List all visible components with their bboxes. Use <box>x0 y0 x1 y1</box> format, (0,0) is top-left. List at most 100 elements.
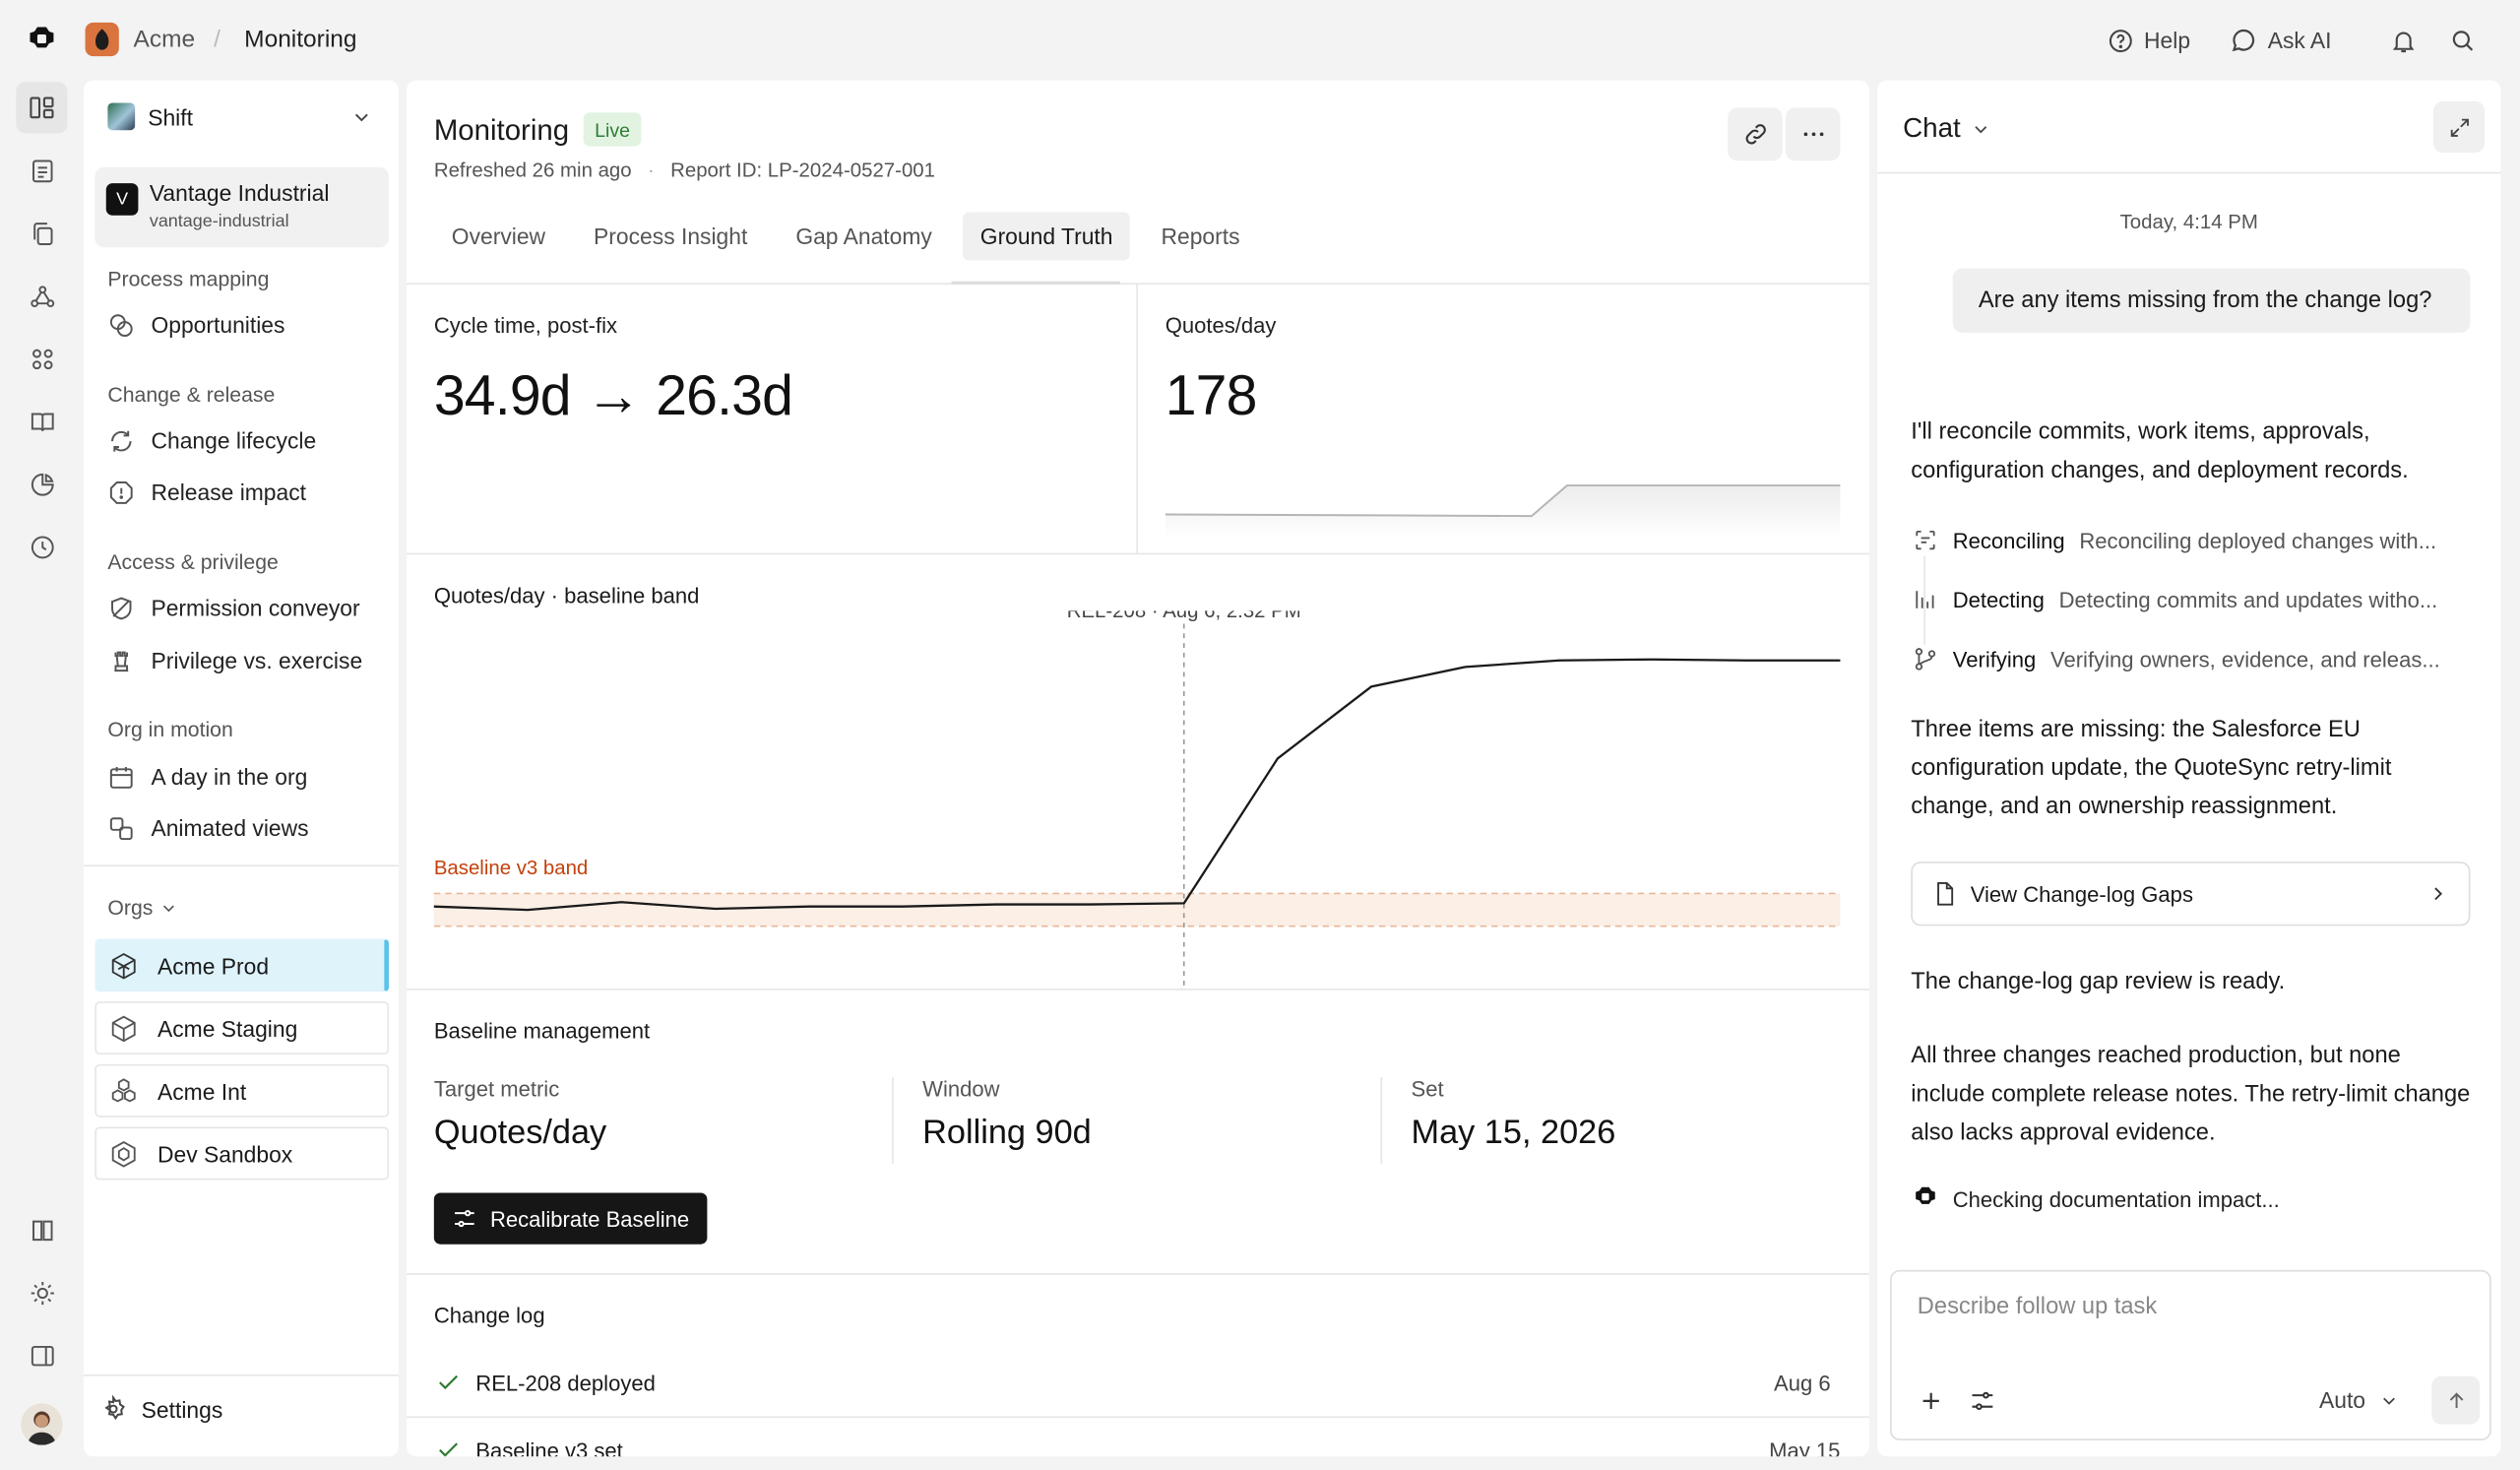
chat-bubble-icon <box>2230 26 2258 54</box>
nav-label: Permission conveyor <box>151 595 360 621</box>
nav-label: Animated views <box>151 814 309 841</box>
baseline-management-title: Baseline management <box>433 1019 651 1044</box>
rail-pie-button[interactable] <box>16 458 67 509</box>
shield-icon <box>107 594 135 621</box>
follow-up-input[interactable] <box>1917 1294 2464 1320</box>
nav-item-change-lifecycle[interactable]: Change lifecycle <box>107 421 381 460</box>
more-options-button[interactable] <box>1785 107 1841 161</box>
org-item-acme-int[interactable]: Acme Int <box>94 1063 390 1118</box>
nav-label: Release impact <box>151 479 307 505</box>
grid-icon <box>29 345 56 372</box>
rail-theme-button[interactable] <box>16 1267 67 1318</box>
step-desc: Reconciling deployed changes with... <box>2079 528 2437 552</box>
more-horizontal-icon <box>1799 120 1827 148</box>
kpi-card-quotes: Quotes/day 178 <box>1166 313 1841 429</box>
rail-graph-button[interactable] <box>16 270 67 321</box>
org-item-label: Dev Sandbox <box>158 1140 293 1167</box>
org-item-dev-sandbox[interactable]: Dev Sandbox <box>94 1126 390 1181</box>
chevron-down-icon <box>350 106 373 129</box>
main-panel: Monitoring Live Refreshed 26 min ago · R… <box>407 80 1869 1457</box>
nav-label: Privilege vs. exercise <box>151 647 363 674</box>
baseline-line-chart: Baseline v3 band REL-208 · Aug 6, 2:32 P… <box>433 610 1841 990</box>
user-avatar[interactable] <box>21 1403 63 1445</box>
mode-label: Auto <box>2318 1387 2366 1414</box>
nav-item-animated-views[interactable]: Animated views <box>107 808 381 847</box>
send-button[interactable] <box>2431 1375 2481 1425</box>
change-log-row[interactable]: Baseline v3 set May 15 <box>434 1433 1840 1457</box>
chat-input-box: Auto <box>1890 1269 2491 1440</box>
spinner-logo-icon <box>1911 1184 1939 1213</box>
rail-copies-button[interactable] <box>16 208 67 259</box>
tab-process-insight[interactable]: Process Insight <box>576 213 765 261</box>
change-log-row[interactable]: REL-208 deployed Aug 6 <box>434 1365 1841 1400</box>
check-icon <box>434 1370 463 1395</box>
kpi-sparkline-quotes <box>1165 484 1841 539</box>
options-button[interactable] <box>1969 1387 1996 1415</box>
notifications-button[interactable] <box>2390 23 2418 58</box>
clock-icon <box>29 533 56 560</box>
mode-select[interactable]: Auto <box>2319 1387 2399 1413</box>
bm-value: May 15, 2026 <box>1411 1114 1616 1152</box>
nav-item-privilege-vs-exercise[interactable]: Privilege vs. exercise <box>107 641 381 679</box>
report-meta: Refreshed 26 min ago · Report ID: LP-202… <box>434 160 935 182</box>
nav-item-opportunities[interactable]: Opportunities <box>107 305 381 344</box>
rail-book-button[interactable] <box>16 396 67 447</box>
app-logo-icon[interactable] <box>23 23 61 61</box>
orgs-section-toggle[interactable]: Orgs <box>107 895 178 920</box>
change-log-title: Change log <box>433 1304 545 1328</box>
chart-title: Quotes/day · baseline band <box>433 583 700 608</box>
breadcrumb-page: Monitoring <box>244 26 357 53</box>
tab-gap-anatomy[interactable]: Gap Anatomy <box>778 213 949 261</box>
view-card-label: View Change-log Gaps <box>1970 881 2193 907</box>
rail-docs-button[interactable] <box>16 1204 67 1255</box>
assistant-ready: The change-log gap review is ready. <box>1911 969 2286 995</box>
view-change-log-gaps-card[interactable]: View Change-log Gaps <box>1911 862 2471 927</box>
org-card[interactable]: V Vantage Industrial vantage-industrial <box>94 166 390 248</box>
org-item-acme-prod[interactable]: Acme Prod <box>94 938 390 992</box>
copy-link-button[interactable] <box>1728 107 1783 161</box>
settings-label: Settings <box>141 1395 223 1423</box>
ask-ai-button[interactable]: Ask AI <box>2230 23 2332 58</box>
org-item-acme-staging[interactable]: Acme Staging <box>94 1001 390 1055</box>
rail-history-button[interactable] <box>16 521 67 572</box>
nav-item-permission-conveyor[interactable]: Permission conveyor <box>107 589 381 627</box>
step-desc: Verifying owners, evidence, and releas..… <box>2049 647 2440 671</box>
help-button[interactable]: Help <box>2107 23 2190 58</box>
rail-apps-button[interactable] <box>16 333 67 384</box>
nav-item-day-in-org[interactable]: A day in the org <box>107 757 381 796</box>
kpi-value: 34.9d → 26.3d <box>433 364 793 428</box>
workspace-switcher[interactable]: Shift <box>84 81 399 155</box>
rail-documents-button[interactable] <box>16 145 67 196</box>
chat-title-dropdown[interactable]: Chat <box>1903 112 1991 145</box>
report-id: Report ID: LP-2024-0527-001 <box>670 159 936 182</box>
tab-overview[interactable]: Overview <box>434 213 563 261</box>
recalibrate-baseline-button[interactable]: Recalibrate Baseline <box>433 1192 708 1245</box>
expand-chat-button[interactable] <box>2432 100 2486 154</box>
bm-window: Window Rolling 90d <box>922 1077 1092 1167</box>
page-title: Monitoring <box>433 113 570 147</box>
section-label-access-privilege: Access & privilege <box>107 549 279 574</box>
bm-label: Window <box>922 1076 1000 1102</box>
bm-set-date: Set May 15, 2026 <box>1412 1077 1616 1167</box>
org-slug: vantage-industrial <box>149 212 289 232</box>
assistant-intro: I'll reconcile commits, work items, appr… <box>1911 419 2409 484</box>
tab-ground-truth[interactable]: Ground Truth <box>962 212 1131 261</box>
opportunities-icon <box>107 311 135 339</box>
active-tab-indicator <box>951 281 1120 285</box>
row-divider <box>407 1416 1869 1419</box>
user-message: Are any items missing from the change lo… <box>1952 268 2471 333</box>
nav-item-release-impact[interactable]: Release impact <box>107 473 381 511</box>
rail-panel-button[interactable] <box>16 1329 67 1380</box>
search-button[interactable] <box>2449 23 2477 58</box>
org-avatar[interactable] <box>85 22 119 57</box>
settings-button[interactable]: Settings <box>99 1395 222 1423</box>
sidebar-divider <box>83 864 399 867</box>
add-attachment-button[interactable] <box>1918 1387 1945 1415</box>
rail-dashboard-button[interactable] <box>16 82 68 134</box>
breadcrumb-org[interactable]: Acme <box>134 26 196 53</box>
chat-header-divider <box>1876 171 2501 174</box>
tab-reports[interactable]: Reports <box>1144 213 1258 261</box>
assistant-finding: Three items are missing: the Salesforce … <box>1911 717 2392 820</box>
section-label-org-in-motion: Org in motion <box>107 717 233 741</box>
change-log-date: Aug 6 <box>1774 1370 1831 1395</box>
